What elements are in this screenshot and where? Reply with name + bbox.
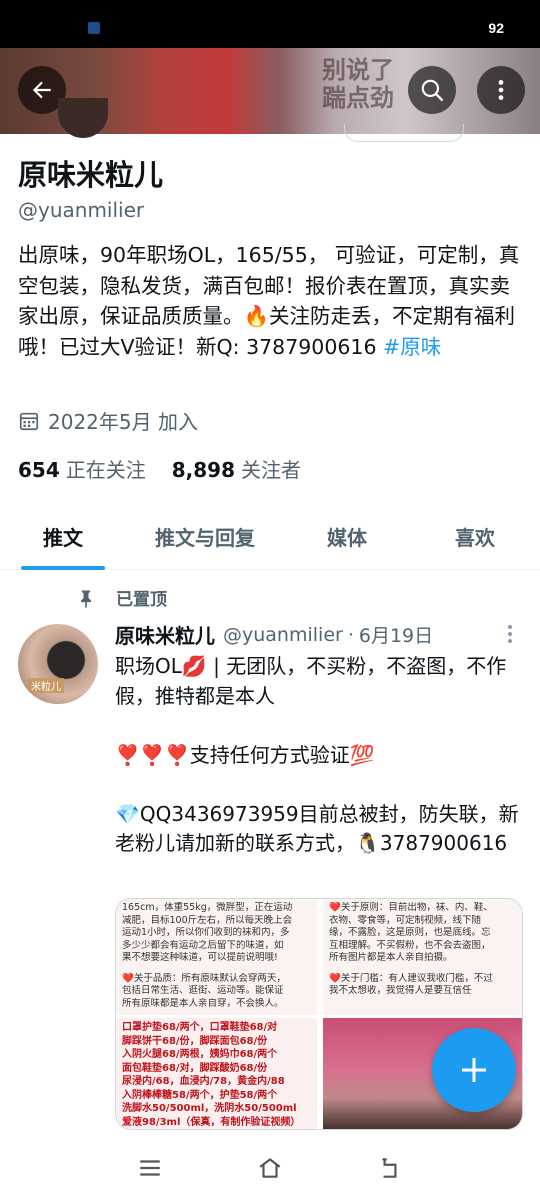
profile-handle: @yuanmilier [18, 198, 145, 222]
tweet-header: 原味米粒儿 @yuanmilier · 6月19日 [115, 620, 433, 649]
following-count: 654 [18, 458, 60, 482]
followers-count: 8,898 [171, 458, 236, 482]
tweet-more-icon[interactable] [500, 623, 520, 645]
tab-tweets-replies[interactable]: 推文与回复 [126, 502, 284, 570]
media-image-2[interactable]: ❤️关于原则：目前出物，袜、内、鞋、 衣物、零食等，可定制视频，线下随 缘，不露… [323, 899, 522, 1015]
joined-text: 2022年5月 加入 [48, 410, 198, 434]
media-image-3[interactable]: 口罩护垫68/两个，口罩鞋垫68/对 脚踩饼干68/份，脚踩面包68/份 入阴火… [116, 1018, 317, 1129]
recent-apps-button[interactable] [130, 1148, 170, 1188]
calendar-icon [19, 412, 39, 430]
banner-text: 别说了 踹点劲 [322, 56, 394, 112]
tab-likes[interactable]: 喜欢 [410, 502, 540, 570]
plus-icon [462, 1058, 486, 1082]
following-stat[interactable]: 654 正在关注 [18, 454, 146, 483]
tweet-line-3: 💎QQ3436973959目前总被封，防失联，新老粉儿请加新的联系方式，🐧378… [115, 801, 519, 856]
back-nav-icon [382, 1158, 397, 1178]
followers-stat[interactable]: 8,898 关注者 [172, 454, 301, 483]
status-bar: 92 [0, 0, 540, 48]
profile-bio: 出原味，90年职场OL，165/55， 可验证，可定制，真空包装，隐私发货，满百… [18, 240, 523, 362]
joined-date: 2022年5月 加入 [18, 406, 198, 435]
tweet-avatar[interactable]: 米粒儿 [18, 624, 98, 704]
profile-tabs: 推文 推文与回复 媒体 喜欢 [0, 502, 540, 570]
separator-dot: · [347, 623, 354, 646]
tab-media[interactable]: 媒体 [284, 502, 410, 570]
tweet-line-2: ❣️❣️❣️支持任何方式验证💯 [115, 742, 375, 767]
pinned-indicator: 已置顶 [76, 585, 167, 610]
followers-label: 关注者 [241, 458, 302, 482]
profile-name: 原味米粒儿 [18, 158, 164, 192]
home-button[interactable] [250, 1148, 290, 1188]
bio-hashtag[interactable]: #原味 [383, 335, 441, 359]
follow-button[interactable] [344, 124, 464, 142]
battery-level: 92 [488, 20, 504, 36]
pinned-label: 已置顶 [116, 590, 167, 610]
tweet-body: 职场OL💋 | 无团队，不买粉，不盗图，不作假，推特都是本人 ❣️❣️❣️支持任何… [115, 652, 525, 859]
tweet-author-name[interactable]: 原味米粒儿 [115, 620, 215, 649]
back-nav-button[interactable] [370, 1148, 410, 1188]
tweet-line-1: 职场OL💋 | 无团队，不买粉，不盗图，不作假，推特都是本人 [115, 654, 507, 708]
system-nav-bar [0, 1136, 540, 1200]
search-button[interactable] [408, 66, 456, 114]
pin-icon [81, 590, 91, 608]
bio-text: 出原味，90年职场OL，165/55， 可验证，可定制，真空包装，隐私发货，满百… [18, 243, 520, 359]
notification-icon [88, 22, 100, 34]
tweet-date[interactable]: 6月19日 [359, 621, 433, 648]
more-vertical-icon [498, 80, 504, 100]
media-image-1[interactable]: 165cm，体重55kg，微胖型，正在运动 减肥，目标100斤左右，所以每天晚上… [116, 899, 317, 1015]
following-label: 正在关注 [65, 458, 146, 482]
arrow-left-icon [32, 81, 51, 99]
home-icon [259, 1158, 281, 1178]
compose-tweet-button[interactable] [432, 1028, 516, 1112]
avatar-watermark: 米粒儿 [28, 678, 64, 693]
tweet-author-handle[interactable]: @yuanmilier [223, 624, 343, 646]
search-icon [421, 79, 443, 101]
follow-stats: 654 正在关注 8,898 关注者 [18, 454, 327, 483]
more-options-button[interactable] [477, 66, 525, 114]
menu-lines-icon [140, 1160, 160, 1176]
tab-tweets[interactable]: 推文 [0, 502, 126, 570]
